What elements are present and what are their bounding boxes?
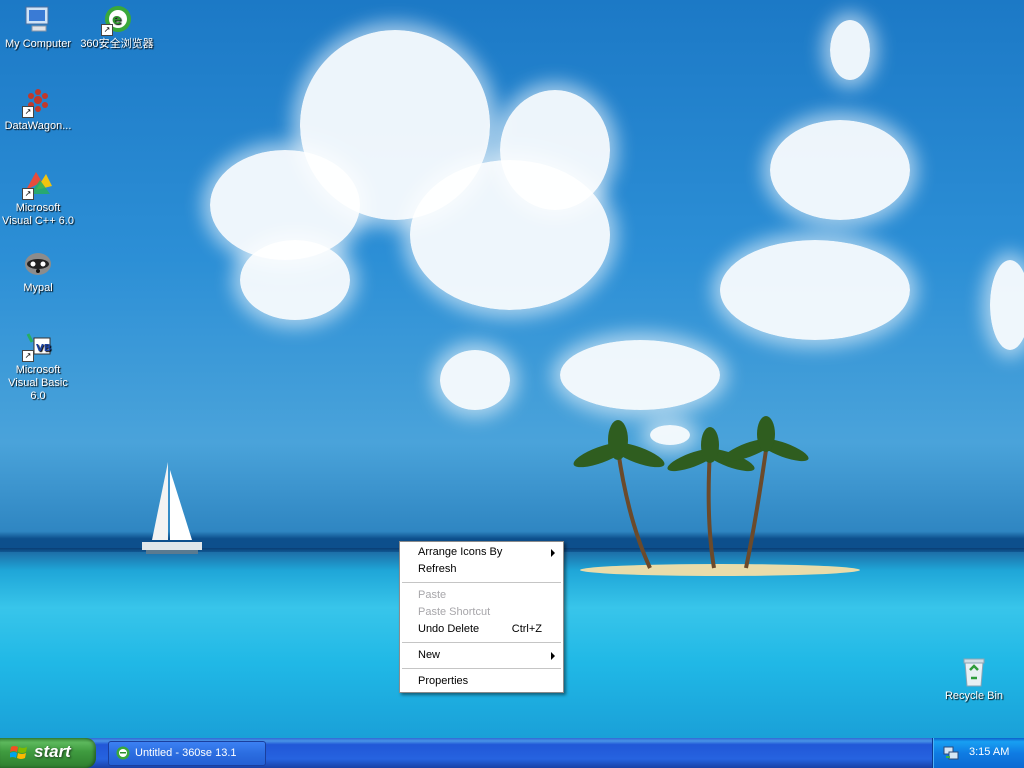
submenu-arrow-icon <box>551 652 555 660</box>
desktop-icon-my-computer[interactable]: My Computer <box>0 4 76 51</box>
system-tray: 3:15 AM <box>932 738 1024 768</box>
menu-item-label: Paste Shortcut <box>418 606 491 618</box>
visual-basic-icon: VB ↗ <box>22 330 54 362</box>
menu-item-label: Refresh <box>418 563 457 575</box>
menu-separator <box>402 668 561 669</box>
desktop-icon-label: Recycle Bin <box>944 690 1004 702</box>
shortcut-arrow-icon: ↗ <box>101 24 113 36</box>
taskbar: start Untitled - 360se 13.1 3:15 AM <box>0 738 1024 768</box>
submenu-arrow-icon <box>551 549 555 557</box>
menu-item-accelerator: Ctrl+Z <box>511 623 542 635</box>
svg-text:e: e <box>112 12 122 28</box>
menu-item-refresh[interactable]: Refresh <box>400 561 563 578</box>
menu-item-arrange-icons-by[interactable]: Arrange Icons By <box>400 544 563 561</box>
menu-item-label: New <box>418 649 441 661</box>
start-button[interactable]: start <box>0 738 96 768</box>
wallpaper-cloud <box>990 260 1024 350</box>
menu-item-label: Properties <box>418 675 469 687</box>
desktop-icon-visual-cpp[interactable]: ↗ Microsoft Visual C++ 6.0 <box>0 168 76 228</box>
visual-cpp-icon: ↗ <box>22 168 54 200</box>
menu-item-undo-delete[interactable]: Undo Delete Ctrl+Z <box>400 621 563 638</box>
desktop-icon-recycle-bin[interactable]: Recycle Bin <box>936 656 1012 703</box>
desktop-icon-360se[interactable]: e ↗ 360安全浏览器 <box>79 4 155 51</box>
desktop-context-menu: Arrange Icons By Refresh Paste Paste Sho… <box>399 541 564 693</box>
mypal-raccoon-icon <box>22 248 54 280</box>
menu-item-properties[interactable]: Properties <box>400 673 563 690</box>
wallpaper-cloud <box>440 350 510 410</box>
desktop-icon-label: Mypal <box>23 282 53 294</box>
clock[interactable]: 3:15 AM <box>969 746 1009 758</box>
taskbar-button-label: Untitled - 360se 13.1 <box>135 747 237 759</box>
menu-item-label: Paste <box>418 589 447 601</box>
menu-item-label: Arrange Icons By <box>418 546 503 558</box>
datawagon-icon: ↗ <box>22 86 54 118</box>
my-computer-icon <box>22 4 54 36</box>
desktop-icon-label: 360安全浏览器 <box>80 38 154 50</box>
palm-island-image <box>573 416 860 576</box>
desktop-icon-label: My Computer <box>4 38 72 50</box>
wallpaper-cloud <box>770 120 910 220</box>
wallpaper-cloud <box>560 340 720 410</box>
desktop-icon-mypal[interactable]: Mypal <box>0 248 76 295</box>
desktop-icon-label: DataWagon... <box>4 120 72 132</box>
wallpaper-cloud <box>500 90 610 210</box>
menu-item-paste-shortcut[interactable]: Paste Shortcut <box>400 604 563 621</box>
wallpaper-cloud <box>240 240 350 320</box>
taskbar-button-360se[interactable]: Untitled - 360se 13.1 <box>108 741 266 766</box>
start-label: start <box>34 742 71 761</box>
360se-browser-icon <box>116 746 130 760</box>
menu-item-label: Undo Delete <box>418 623 480 635</box>
menu-separator <box>402 582 561 583</box>
menu-item-new[interactable]: New <box>400 647 563 664</box>
shortcut-arrow-icon: ↗ <box>22 106 34 118</box>
shortcut-arrow-icon: ↗ <box>22 350 34 362</box>
sailboat-image <box>142 462 202 554</box>
360se-browser-icon: e ↗ <box>101 4 133 36</box>
desktop-icon-visual-basic[interactable]: VB ↗ Microsoft Visual Basic 6.0 <box>0 330 76 403</box>
menu-item-paste[interactable]: Paste <box>400 587 563 604</box>
shortcut-arrow-icon: ↗ <box>22 188 34 200</box>
windows-flag-icon <box>10 746 27 759</box>
wallpaper-cloud <box>720 240 910 340</box>
network-icon[interactable] <box>943 745 959 761</box>
svg-text:VB: VB <box>36 343 51 354</box>
menu-separator <box>402 642 561 643</box>
wallpaper-cloud <box>830 20 870 80</box>
desktop-icon-datawagon[interactable]: ↗ DataWagon... <box>0 86 76 133</box>
desktop-icon-label: Microsoft Visual Basic 6.0 <box>8 364 68 402</box>
recycle-bin-icon <box>958 656 990 688</box>
desktop-icon-label: Microsoft Visual C++ 6.0 <box>2 202 74 227</box>
